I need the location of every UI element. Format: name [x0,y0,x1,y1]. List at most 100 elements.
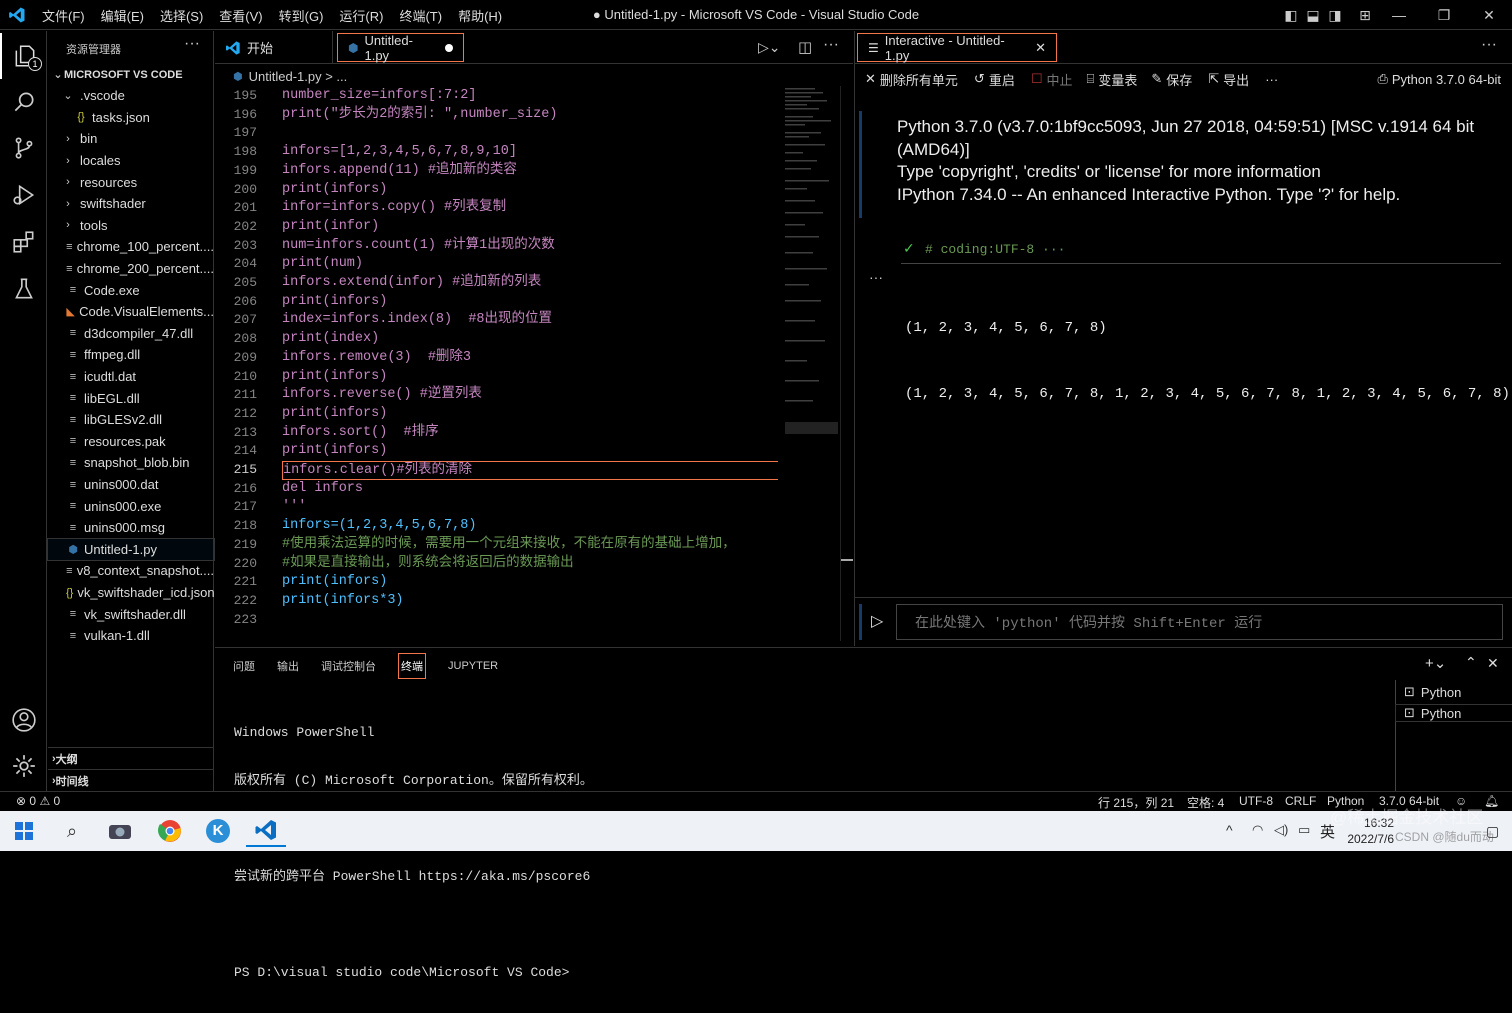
run-file-icon[interactable]: ▷⌄ [758,39,781,56]
terminal-item[interactable]: ⊡ Python [1404,684,1461,700]
tree-item[interactable]: ≡ libEGL.dll [48,387,214,409]
tab-terminal[interactable]: 终端 [398,653,426,679]
close-tab-icon[interactable]: ✕ [1035,40,1046,56]
tree-item[interactable]: › tools [48,215,214,237]
interactive-more-icon[interactable]: ··· [1481,36,1497,54]
outline-section[interactable]: › 大纲 [48,747,214,769]
menu-item[interactable]: 编辑(E) [93,6,152,25]
tab-problems[interactable]: 问题 [233,658,255,674]
tree-item[interactable]: ≡ vulkan-1.dll [48,625,214,647]
explorer-activity-icon[interactable]: 1 [0,33,47,79]
toggle-panel-icon[interactable]: ⬓ [1303,5,1323,25]
toggle-sidebar-icon[interactable]: ◧ [1281,5,1301,25]
variables-button[interactable]: ⌸ 变量表 [1087,70,1138,89]
terminal-output[interactable]: Windows PowerShell 版权所有 (C) Microsoft Co… [234,693,593,1013]
menu-item[interactable]: 帮助(H) [450,6,510,25]
tree-item[interactable]: {} tasks.json [48,107,214,129]
tree-item[interactable]: › bin [48,128,214,150]
tree-item[interactable]: › swiftshader [48,193,214,215]
volume-icon[interactable]: ◁) [1274,822,1288,838]
tree-item[interactable]: ≡ d3dcompiler_47.dll [48,323,214,345]
menu-item[interactable]: 转到(G) [271,6,332,25]
testing-icon[interactable] [0,266,47,312]
tab-output[interactable]: 输出 [277,658,299,674]
clear-all-button[interactable]: ✕ 删除所有单元 [865,70,958,89]
tab-untitled-1[interactable]: ⬢ Untitled-1.py [337,33,464,63]
customize-layout-icon[interactable]: ⊞ [1355,5,1375,25]
manage-gear-icon[interactable] [0,743,47,789]
tree-item[interactable]: ≡ snapshot_blob.bin [48,452,214,474]
new-terminal-icon[interactable]: +⌄ [1425,654,1446,672]
cell-actions-icon[interactable]: ··· [869,269,883,285]
interactive-input[interactable]: 在此处键入 'python' 代码并按 Shift+Enter 运行 [896,604,1503,640]
encoding[interactable]: UTF-8 [1239,794,1273,808]
tree-item[interactable]: ⬢ Untitled-1.py [47,537,215,562]
source-control-icon[interactable] [0,125,47,171]
tab-interactive[interactable]: ☰ Interactive - Untitled-1.py ✕ [857,33,1057,63]
extensions-icon[interactable] [0,219,47,265]
windows-start-icon[interactable] [4,815,44,847]
timeline-section[interactable]: › 时间线 [48,769,214,791]
vscode-app-icon[interactable] [246,815,286,847]
search-icon[interactable] [0,79,47,125]
code-cell[interactable]: # coding:UTF-8 ··· [901,239,1501,264]
tree-item[interactable]: ≡ Code.exe [48,279,214,301]
tab-welcome[interactable]: 开始 [215,31,333,64]
tree-item[interactable]: ≡ vk_swiftshader.dll [48,603,214,625]
battery-icon[interactable]: ▭ [1298,822,1310,838]
save-button[interactable]: ✎ 保存 [1151,70,1192,89]
tree-item[interactable]: › resources [48,171,214,193]
eol[interactable]: CRLF [1285,794,1316,808]
run-debug-icon[interactable] [0,172,47,218]
split-editor-icon[interactable]: ◫ [798,38,812,56]
breadcrumb-path[interactable]: Untitled-1.py > ... [249,69,348,84]
tree-item[interactable]: ≡ libGLESv2.dll [48,409,214,431]
explorer-root-folder[interactable]: ⌄ MICROSOFT VS CODE [48,64,214,86]
export-button[interactable]: ⇱ 导出 [1208,70,1249,89]
toggle-secondary-sidebar-icon[interactable]: ◨ [1325,5,1345,25]
menu-item[interactable]: 查看(V) [211,6,270,25]
code-editor[interactable]: 195 number_size=infors[:7:2] 196 print("步长为… [215,86,785,636]
tree-item[interactable]: ≡ ffmpeg.dll [48,344,214,366]
camera-app-icon[interactable] [100,815,140,847]
close-window-icon[interactable]: ✕ [1479,5,1499,25]
minimize-icon[interactable]: — [1389,5,1409,25]
tree-item[interactable]: ⌄ .vscode [48,85,214,107]
minimap[interactable] [785,86,840,436]
more-actions-icon[interactable]: ··· [184,35,200,53]
editor-more-icon[interactable]: ··· [823,36,839,54]
menu-item[interactable]: 终端(T) [391,6,450,25]
tree-item[interactable]: ≡ unins000.exe [48,495,214,517]
interrupt-button[interactable]: ☐ 中止 [1031,70,1073,89]
tree-item[interactable]: ≡ v8_context_snapshot.... [48,560,214,582]
maximize-panel-icon[interactable]: ⌃ [1465,654,1477,671]
tree-item[interactable]: ≡ chrome_100_percent.... [48,236,214,258]
scroll-thumb[interactable] [841,559,853,561]
tree-item[interactable]: ≡ unins000.msg [48,517,214,539]
chrome-app-icon[interactable] [150,815,190,847]
restore-icon[interactable]: ❐ [1434,5,1454,25]
menu-item[interactable]: 文件(F) [34,6,93,25]
terminal-item[interactable]: ⊡ Python [1395,704,1512,722]
toolbar-more-icon[interactable]: ··· [1265,72,1278,87]
tree-item[interactable]: {} vk_swiftshader_icd.json [48,582,214,604]
notifications-bell-icon[interactable]: 🔔︎ [1484,794,1499,808]
menu-item[interactable]: 选择(S) [152,6,211,25]
tab-jupyter[interactable]: JUPYTER [448,660,498,672]
problems-status[interactable]: ⊗ 0 ⚠ 0 [16,794,60,808]
tree-item[interactable]: ≡ icudtl.dat [48,366,214,388]
unsaved-dot-icon[interactable] [445,43,453,52]
tree-item[interactable]: ≡ chrome_200_percent.... [48,258,214,280]
tree-item[interactable]: › locales [48,150,214,172]
run-input-icon[interactable]: ▷ [871,611,883,631]
wifi-icon[interactable]: ◠ [1252,822,1263,838]
tree-item[interactable]: ≡ unins000.dat [48,474,214,496]
tree-item[interactable]: ≡ resources.pak [48,431,214,453]
tray-chevron-icon[interactable]: ^ [1226,822,1233,838]
tree-item[interactable]: ◣ Code.VisualElements... [48,301,214,323]
tab-debug-console[interactable]: 调试控制台 [321,658,376,674]
accounts-icon[interactable] [0,697,47,743]
indentation[interactable]: 空格: 4 [1187,794,1224,811]
kernel-picker[interactable]: ⎙ Python 3.7.0 64-bit [1377,71,1501,87]
close-panel-icon[interactable]: ✕ [1487,655,1499,672]
